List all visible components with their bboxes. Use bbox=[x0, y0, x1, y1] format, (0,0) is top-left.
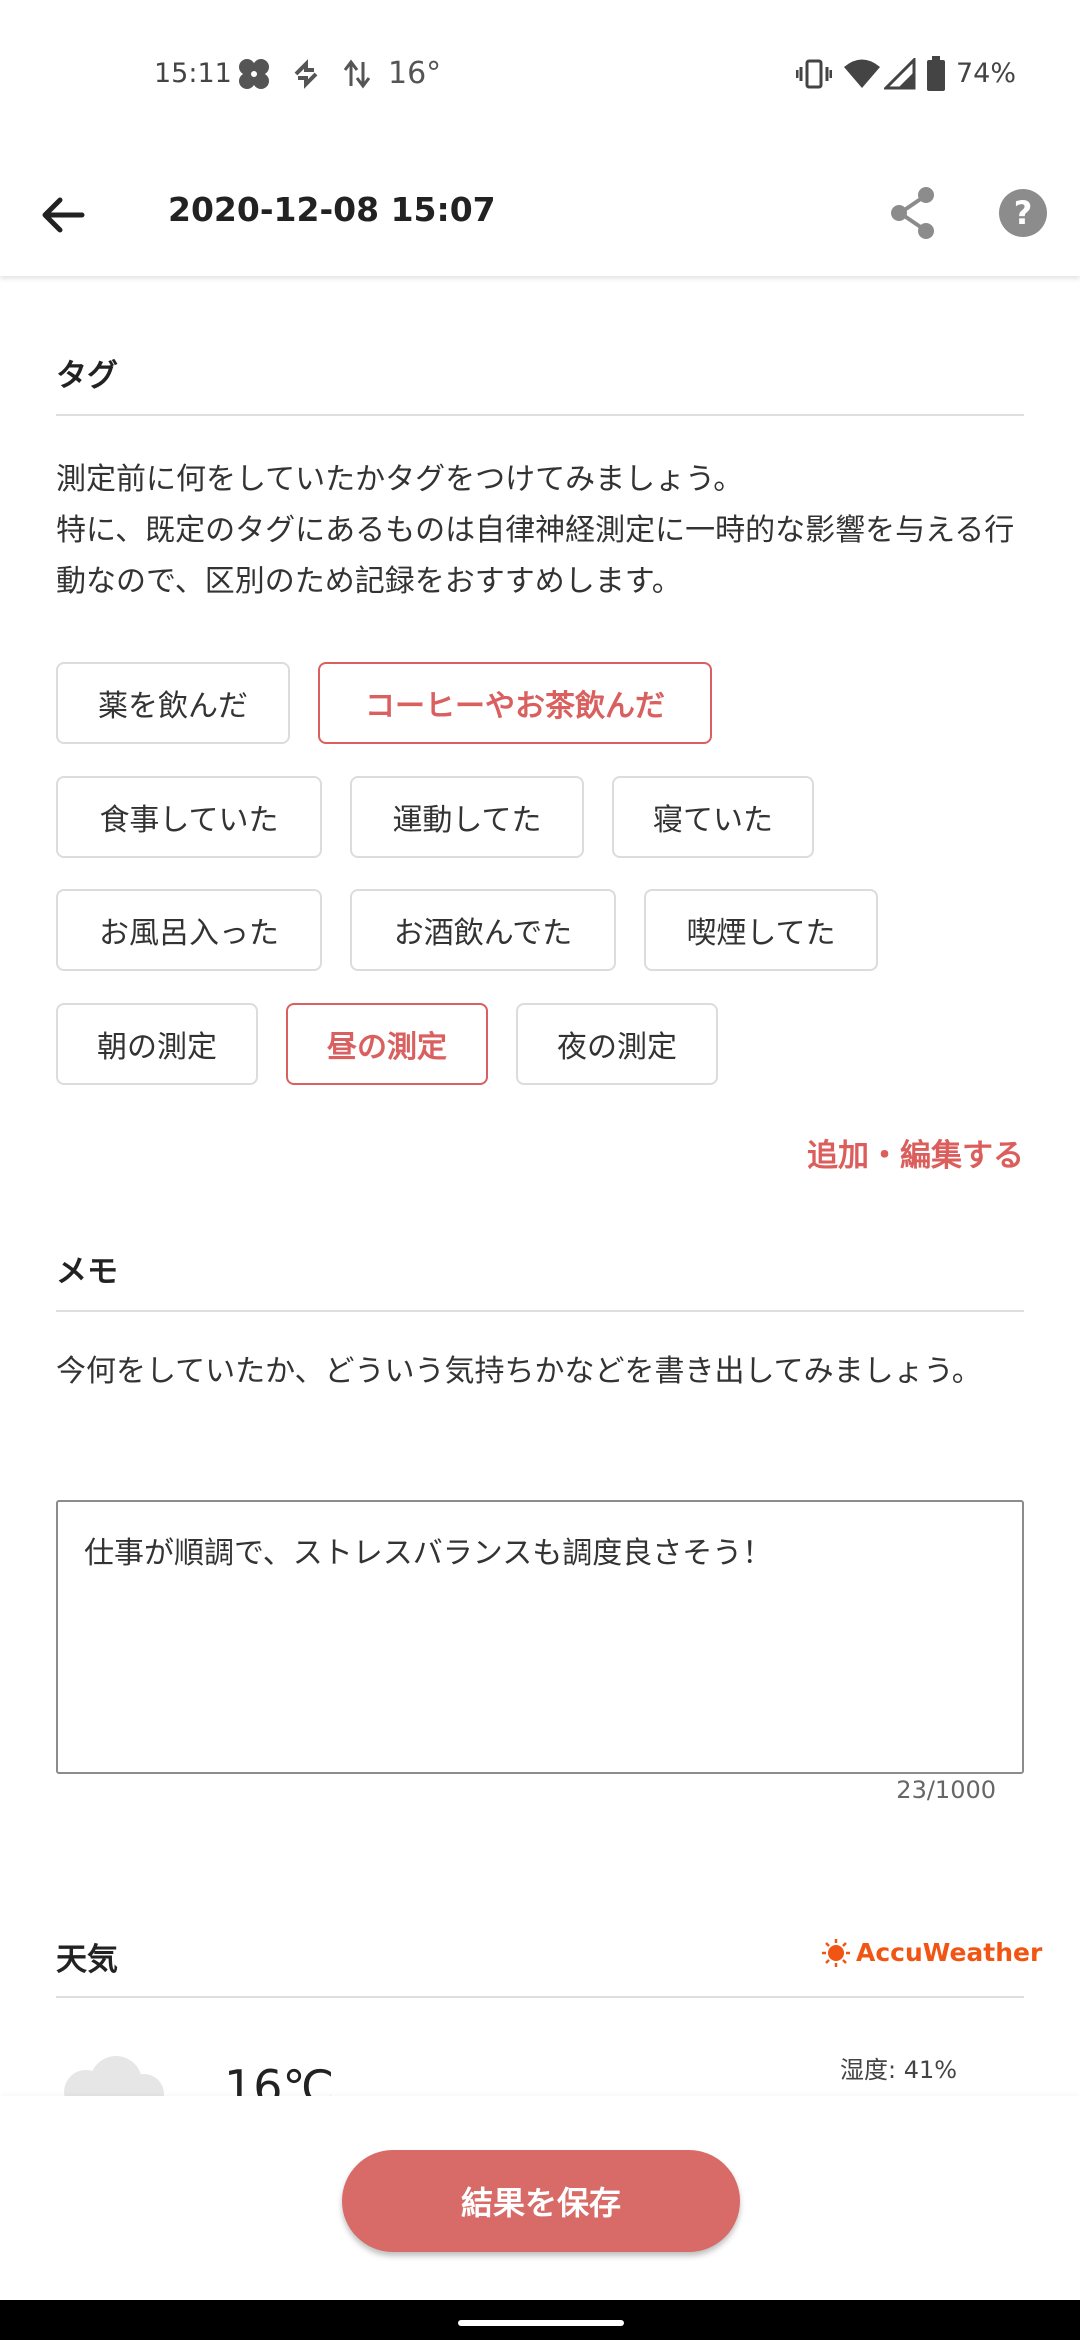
tag-chip-bath[interactable]: お風呂入った bbox=[56, 889, 322, 971]
signal-icon bbox=[884, 58, 916, 90]
tag-chip-sleep[interactable]: 寝ていた bbox=[612, 776, 814, 858]
tags-section-title: タグ bbox=[56, 358, 118, 394]
tag-chip-noon[interactable]: 昼の測定 bbox=[286, 1003, 488, 1085]
share-button[interactable] bbox=[880, 180, 946, 246]
back-arrow-icon bbox=[42, 197, 85, 233]
battery-icon bbox=[927, 56, 945, 91]
tag-chip-medicine[interactable]: 薬を飲んだ bbox=[56, 662, 290, 744]
help-icon: ? bbox=[999, 189, 1047, 237]
weather-divider bbox=[56, 1996, 1024, 1998]
tags-description-line2: 特に、既定のタグにあるものは自律神経測定に一時的な影響を与える行動なので、区別の… bbox=[56, 513, 1015, 599]
page-title: 2020-12-08 15:07 bbox=[168, 190, 496, 229]
help-button[interactable]: ? bbox=[990, 180, 1056, 246]
weather-humidity: 湿度: 41% bbox=[840, 2056, 958, 2084]
tags-description: 測定前に何をしていたかタグをつけてみましょう。 特に、既定のタグにあるものは自律… bbox=[56, 454, 1026, 607]
tag-chip-night[interactable]: 夜の測定 bbox=[516, 1003, 718, 1085]
memo-description: 今何をしていたか、どういう気持ちかなどを書き出してみましょう。 bbox=[56, 1354, 982, 1389]
memo-input[interactable]: 仕事が順調で、ストレスバランスも調度良さそう！ bbox=[56, 1500, 1024, 1774]
home-indicator[interactable] bbox=[458, 2320, 624, 2326]
wifi-icon bbox=[844, 59, 880, 88]
tag-chip-exercise[interactable]: 運動してた bbox=[350, 776, 584, 858]
accuweather-logo: AccuWeather bbox=[822, 1938, 1042, 1967]
weather-provider: AccuWeather bbox=[856, 1938, 1043, 1967]
tag-chip-smoking[interactable]: 喫煙してた bbox=[644, 889, 878, 971]
tags-divider bbox=[56, 414, 1024, 416]
memo-input-value: 仕事が順調で、ストレスバランスも調度良さそう！ bbox=[84, 1536, 773, 1571]
pinwheel-icon bbox=[239, 59, 269, 89]
tags-description-line1: 測定前に何をしていたかタグをつけてみましょう。 bbox=[56, 462, 744, 497]
tag-chip-morning[interactable]: 朝の測定 bbox=[56, 1003, 258, 1085]
status-temperature: 16° bbox=[388, 56, 442, 91]
app-bar: 2020-12-08 15:07 ? bbox=[0, 150, 1080, 276]
tag-chip-alcohol[interactable]: お酒飲んでた bbox=[350, 889, 616, 971]
status-battery-percent: 74% bbox=[956, 58, 1017, 89]
memo-section-title: メモ bbox=[56, 1254, 118, 1290]
accuweather-sun-icon bbox=[822, 1938, 850, 1967]
svg-text:?: ? bbox=[1014, 194, 1033, 232]
save-result-button[interactable]: 結果を保存 bbox=[342, 2150, 740, 2252]
vibrate-icon bbox=[796, 59, 832, 89]
add-edit-tags-link[interactable]: 追加・編集する bbox=[807, 1130, 1024, 1175]
data-arrows-icon bbox=[343, 59, 371, 89]
tag-chip-coffee-tea[interactable]: コーヒーやお茶飲んだ bbox=[318, 662, 712, 744]
back-button[interactable] bbox=[28, 180, 98, 250]
weather-section-title: 天気 bbox=[56, 1942, 118, 1978]
memo-divider bbox=[56, 1310, 1024, 1312]
status-bar: 15:11 16° 74% bbox=[0, 0, 1080, 150]
status-time: 15:11 bbox=[154, 58, 232, 89]
share-icon bbox=[891, 187, 934, 239]
memo-char-count: 23/1000 bbox=[896, 1776, 996, 1804]
sync-icon bbox=[294, 59, 318, 89]
tag-chip-meal[interactable]: 食事していた bbox=[56, 776, 322, 858]
